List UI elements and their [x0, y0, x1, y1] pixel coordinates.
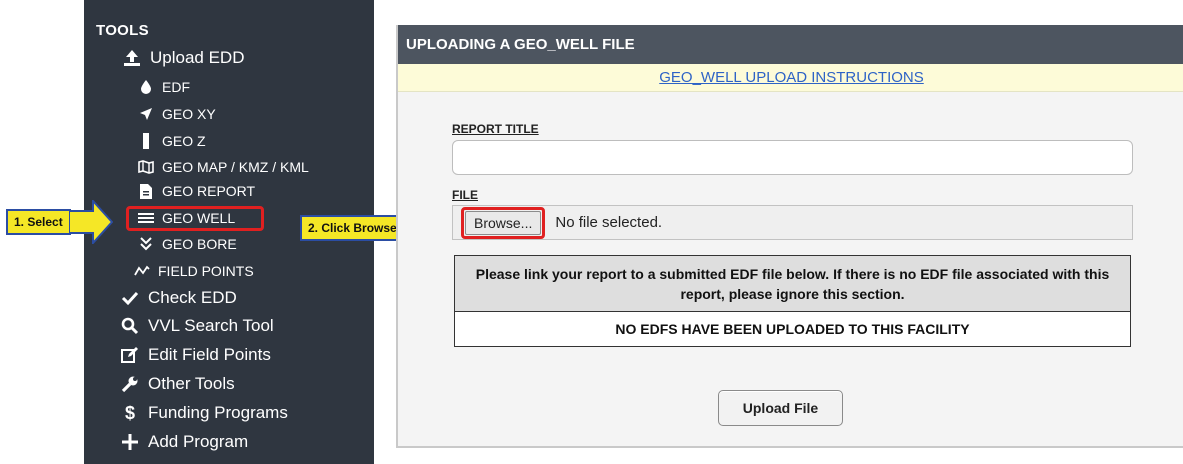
double-chevron-down-icon	[138, 236, 154, 252]
check-icon	[120, 288, 140, 308]
droplet-icon	[138, 79, 154, 95]
callout-select-label: 1. Select	[6, 209, 71, 235]
nav-upload-edd[interactable]: Upload EDD	[122, 48, 245, 68]
nav-geo-report-label: GEO REPORT	[162, 183, 256, 199]
nav-edf[interactable]: EDF	[138, 79, 190, 95]
nav-upload-edd-label: Upload EDD	[150, 48, 245, 67]
vertical-bar-icon	[138, 133, 154, 149]
nav-geo-report[interactable]: GEO REPORT	[138, 183, 255, 199]
nav-check-edd-label: Check EDD	[148, 288, 237, 307]
file-label: FILE	[452, 188, 478, 202]
plus-icon	[120, 432, 140, 452]
nav-edit-field-points-label: Edit Field Points	[148, 345, 271, 364]
browse-highlight: Browse...	[461, 206, 546, 239]
nav-geo-bore-label: GEO BORE	[162, 236, 237, 252]
report-title-input[interactable]	[452, 140, 1133, 175]
nav-geo-z[interactable]: GEO Z	[138, 133, 206, 149]
nav-other-tools-label: Other Tools	[148, 374, 235, 393]
nav-funding-programs[interactable]: $ Funding Programs	[120, 403, 288, 423]
edf-link-table: Please link your report to a submitted E…	[454, 255, 1131, 347]
nav-geo-map[interactable]: GEO MAP / KMZ / KML	[138, 159, 309, 175]
dollar-icon: $	[124, 402, 135, 423]
nav-geo-xy[interactable]: GEO XY	[138, 106, 216, 122]
panel-header: UPLOADING A GEO_WELL FILE	[398, 25, 1183, 64]
nav-vvl-search-tool[interactable]: VVL Search Tool	[120, 316, 274, 336]
instructions-bar: GEO_WELL UPLOAD INSTRUCTIONS	[398, 64, 1183, 92]
upload-panel: UPLOADING A GEO_WELL FILE GEO_WELL UPLOA…	[396, 25, 1183, 448]
nav-check-edd[interactable]: Check EDD	[120, 288, 237, 308]
nav-funding-programs-label: Funding Programs	[148, 403, 288, 422]
nav-geo-map-label: GEO MAP / KMZ / KML	[162, 159, 309, 175]
geo-well-highlight	[126, 206, 264, 231]
zigzag-icon	[134, 263, 150, 279]
tools-section-title: TOOLS	[96, 22, 149, 39]
file-input[interactable]: Browse... No file selected.	[452, 205, 1133, 240]
callout-select: 1. Select	[6, 200, 113, 244]
nav-vvl-search-tool-label: VVL Search Tool	[148, 316, 274, 335]
upload-file-button[interactable]: Upload File	[718, 390, 843, 426]
search-icon	[120, 316, 140, 336]
browse-button[interactable]: Browse...	[465, 210, 542, 235]
callout-click-browse-label: 2. Click Browse	[300, 215, 405, 241]
nav-edf-label: EDF	[162, 79, 190, 95]
arrow-right-icon	[68, 200, 113, 244]
edit-icon	[120, 345, 140, 365]
map-icon	[138, 159, 154, 175]
location-arrow-icon	[138, 106, 154, 122]
nav-edit-field-points[interactable]: Edit Field Points	[120, 345, 271, 365]
edf-link-notice: Please link your report to a submitted E…	[455, 256, 1130, 312]
nav-add-program[interactable]: Add Program	[120, 432, 248, 452]
nav-field-points-label: FIELD POINTS	[158, 263, 254, 279]
instructions-link[interactable]: GEO_WELL UPLOAD INSTRUCTIONS	[659, 69, 924, 86]
report-title-label: REPORT TITLE	[452, 122, 539, 136]
nav-geo-bore[interactable]: GEO BORE	[138, 236, 237, 252]
file-icon	[138, 183, 154, 199]
file-status: No file selected.	[555, 214, 663, 231]
no-edfs-message: NO EDFS HAVE BEEN UPLOADED TO THIS FACIL…	[615, 321, 970, 337]
upload-icon	[122, 48, 142, 68]
nav-geo-z-label: GEO Z	[162, 133, 206, 149]
wrench-icon	[120, 374, 140, 394]
nav-field-points[interactable]: FIELD POINTS	[134, 263, 254, 279]
nav-geo-xy-label: GEO XY	[162, 106, 216, 122]
nav-other-tools[interactable]: Other Tools	[120, 374, 235, 394]
nav-add-program-label: Add Program	[148, 432, 249, 451]
